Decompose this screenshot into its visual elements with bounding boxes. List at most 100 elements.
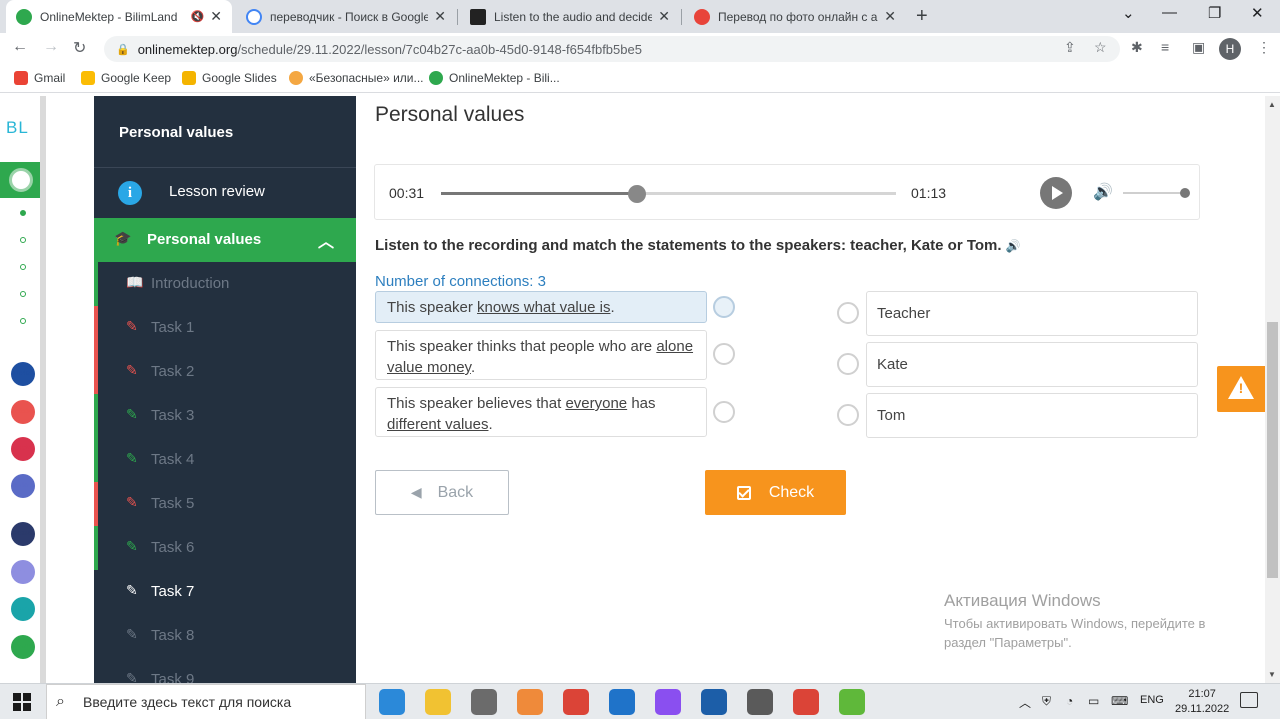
- taskbar-search-box[interactable]: ⌕ Введите здесь текст для поиска: [46, 684, 366, 719]
- paint3d-app-icon[interactable]: [655, 689, 681, 715]
- security-icon[interactable]: ⛨: [1042, 694, 1051, 709]
- scroll-thumb[interactable]: [1267, 322, 1278, 578]
- windows-start-icon[interactable]: [13, 693, 31, 711]
- rail-dot[interactable]: [20, 237, 26, 243]
- seek-bar[interactable]: [441, 185, 896, 203]
- statement-connector[interactable]: [713, 401, 735, 423]
- tab-search-dropdown-icon[interactable]: ⌄: [1122, 4, 1135, 22]
- rail-dot[interactable]: [20, 318, 26, 324]
- movies-app-icon[interactable]: [701, 689, 727, 715]
- volume-handle[interactable]: [1180, 188, 1190, 198]
- new-tab-button[interactable]: +: [916, 5, 928, 28]
- statement-connector[interactable]: [713, 343, 735, 365]
- section-personal-values[interactable]: 🎓 Personal values ︿: [94, 218, 356, 262]
- forward-arrow-icon[interactable]: →: [43, 38, 59, 56]
- profile-avatar[interactable]: H: [1219, 38, 1241, 60]
- language-indicator[interactable]: ENG: [1140, 694, 1164, 706]
- browser-menu-icon[interactable]: ⋮: [1257, 39, 1271, 56]
- chrome-app-icon[interactable]: [563, 689, 589, 715]
- check-button[interactable]: Check: [705, 470, 846, 515]
- window-close-icon[interactable]: ✕: [1251, 4, 1264, 22]
- back-arrow-icon[interactable]: ←: [12, 38, 28, 56]
- edge-app-icon[interactable]: [379, 689, 405, 715]
- speaker-icon[interactable]: 🔊: [1006, 239, 1021, 253]
- bookmark-star-icon[interactable]: ☆: [1094, 39, 1107, 56]
- sidebar-item-task-9[interactable]: ✎ Task 9: [94, 658, 356, 684]
- answer-connector[interactable]: [837, 353, 859, 375]
- maximize-icon[interactable]: ❐: [1208, 4, 1221, 22]
- extensions-icon[interactable]: ✱: [1131, 39, 1143, 56]
- battery-icon[interactable]: ▭: [1088, 694, 1099, 708]
- scroll-down-icon[interactable]: ▼: [1268, 670, 1276, 679]
- answer-tom[interactable]: Tom: [866, 393, 1198, 438]
- report-warning-button[interactable]: [1217, 366, 1265, 412]
- bookmark-safe[interactable]: «Безопасные» или...: [289, 71, 424, 85]
- rail-dot[interactable]: [20, 210, 26, 216]
- tab-close-icon[interactable]: ✕: [434, 8, 446, 25]
- bookmark-onlinemektep[interactable]: OnlineMektep - Bili...: [429, 71, 560, 85]
- bilimland-logo[interactable]: BL: [6, 118, 29, 138]
- sidebar-item-introduction[interactable]: 📖 Introduction: [94, 262, 356, 306]
- statement-card[interactable]: This speaker knows what value is.: [375, 291, 707, 323]
- sidebar-item-task-7[interactable]: ✎ Task 7: [94, 570, 356, 614]
- address-bar[interactable]: 🔒 onlinemektep.org/schedule/29.11.2022/l…: [104, 36, 1120, 62]
- smart-nation-icon[interactable]: #2b3a6b: [11, 522, 35, 546]
- green-app-icon[interactable]: [839, 689, 865, 715]
- chevron-up-icon[interactable]: ︿: [318, 228, 334, 252]
- bookmark-gmail[interactable]: Gmail: [14, 71, 65, 85]
- lesson-review-link[interactable]: i Lesson review: [94, 168, 356, 216]
- sidebar-item-task-8[interactable]: ✎ Task 8: [94, 614, 356, 658]
- tray-chevron-up-icon[interactable]: ︿: [1019, 694, 1031, 711]
- bilim-land-icon[interactable]: #2ea84e: [11, 635, 35, 659]
- microphone-app-icon[interactable]: [471, 689, 497, 715]
- bilim-shop-icon[interactable]: #d8324d: [11, 437, 35, 461]
- keyboard-icon[interactable]: ⌨: [1111, 694, 1128, 708]
- bookmark-google-slides[interactable]: Google Slides: [182, 71, 277, 85]
- tab-close-icon[interactable]: ✕: [658, 8, 670, 25]
- rail-dot[interactable]: [20, 264, 26, 270]
- chrome-profile-app-icon[interactable]: [793, 689, 819, 715]
- file-explorer-icon[interactable]: [425, 689, 451, 715]
- tab-photo-translate[interactable]: Перевод по фото онлайн с англ ✕: [684, 0, 906, 33]
- scroll-up-icon[interactable]: ▲: [1268, 100, 1276, 109]
- answer-connector[interactable]: [837, 302, 859, 324]
- rail-scrollbar[interactable]: [40, 96, 46, 684]
- sidebar-item-task-4[interactable]: ✎ Task 4: [94, 438, 356, 482]
- reload-icon[interactable]: ↻: [73, 38, 86, 58]
- tab-close-icon[interactable]: ✕: [884, 8, 896, 25]
- library-icon[interactable]: #8e8ee0: [11, 560, 35, 584]
- tab-google-search[interactable]: переводчик - Поиск в Google ✕: [236, 0, 456, 33]
- photos-app-icon[interactable]: [609, 689, 635, 715]
- statement-card[interactable]: This speaker believes that everyone has …: [375, 387, 707, 437]
- page-scrollbar[interactable]: ▲ ▼: [1265, 96, 1280, 684]
- tab-onlinemektep[interactable]: OnlineMektep - BilimLand 🔇 ✕: [6, 0, 232, 33]
- tab-muted-icon[interactable]: 🔇: [191, 10, 205, 23]
- telegram-app-icon[interactable]: [517, 689, 543, 715]
- reading-list-icon[interactable]: ≡: [1161, 39, 1169, 55]
- play-button[interactable]: [1040, 177, 1072, 209]
- bilim-test-icon[interactable]: #5a6bc6: [11, 474, 35, 498]
- minimize-icon[interactable]: —: [1162, 4, 1177, 21]
- bilim-teach-icon[interactable]: #1aa4a9: [11, 597, 35, 621]
- bilim-media-icon[interactable]: #e9534f: [11, 400, 35, 424]
- volume-slider[interactable]: [1123, 188, 1190, 198]
- answer-kate[interactable]: Kate: [866, 342, 1198, 387]
- answer-teacher[interactable]: Teacher: [866, 291, 1198, 336]
- sidebar-item-task-1[interactable]: ✎ Task 1: [94, 306, 356, 350]
- statement-connector[interactable]: [713, 296, 735, 318]
- side-panel-icon[interactable]: ▣: [1192, 39, 1205, 56]
- share-icon[interactable]: ⇪: [1064, 39, 1076, 56]
- seek-handle[interactable]: [627, 185, 646, 203]
- statement-card[interactable]: This speaker thinks that people who are …: [375, 330, 707, 380]
- rail-dot[interactable]: [20, 291, 26, 297]
- notifications-icon[interactable]: [1240, 692, 1258, 708]
- clock[interactable]: 21:07 29.11.2022: [1175, 687, 1229, 717]
- calculator-app-icon[interactable]: [747, 689, 773, 715]
- volume-icon[interactable]: 🔊: [1093, 182, 1113, 202]
- sidebar-item-task-2[interactable]: ✎ Task 2: [94, 350, 356, 394]
- back-button[interactable]: ◀ Back: [375, 470, 509, 515]
- bookmark-google-keep[interactable]: Google Keep: [81, 71, 171, 85]
- answer-connector[interactable]: [837, 404, 859, 426]
- wifi-icon[interactable]: ◔: [1066, 694, 1073, 708]
- sidebar-item-task-6[interactable]: ✎ Task 6: [94, 526, 356, 570]
